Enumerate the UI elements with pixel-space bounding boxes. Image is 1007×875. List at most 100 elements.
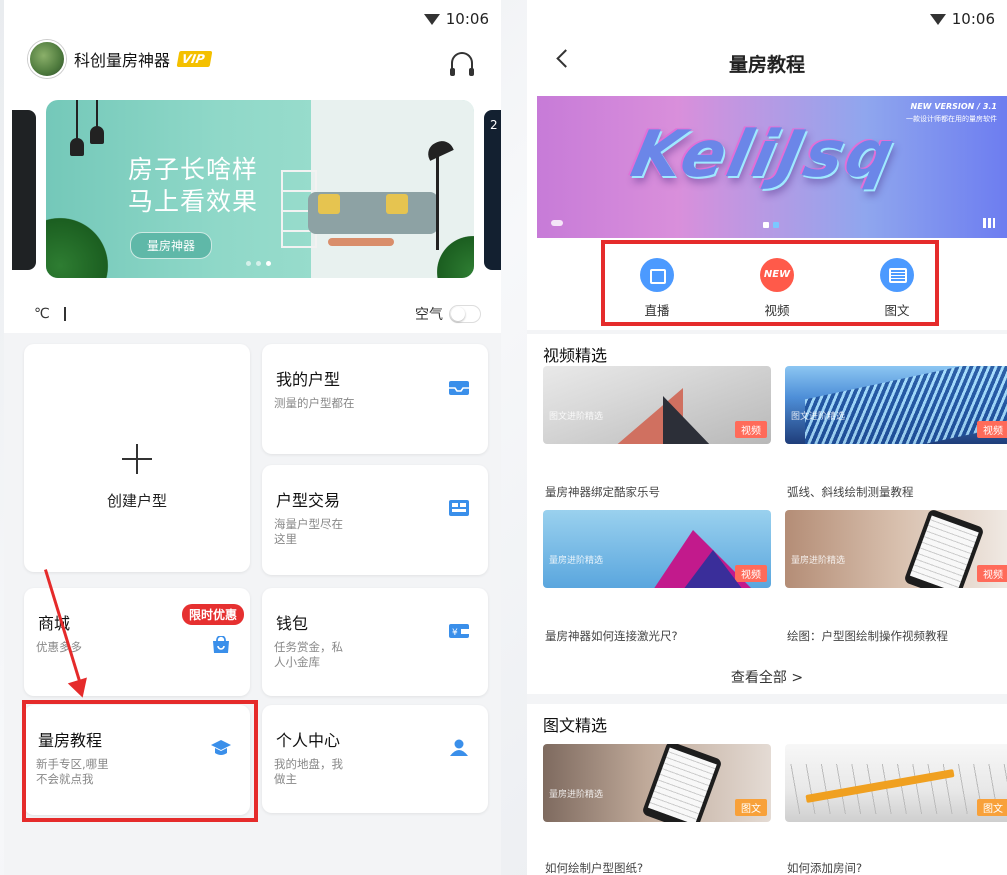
inbox-icon xyxy=(449,381,469,395)
video-thumbnail[interactable]: 量房进阶精选 视频 xyxy=(543,510,771,588)
pagination-dot xyxy=(246,261,251,266)
create-plan-card[interactable]: 创建户型 xyxy=(24,344,250,572)
wallet-icon: ¥ xyxy=(449,624,469,638)
video-section: 视频精选 图文进阶精选 视频 量房神器绑定酷家乐号 图文进阶精选 视频 弧线、斜… xyxy=(527,334,1007,694)
temperature-unit: ℃ xyxy=(34,306,50,322)
article-title[interactable]: 如何绘制户型图纸? xyxy=(545,860,773,875)
thumb-label: 图文进阶精选 xyxy=(791,412,846,422)
create-plan-label: 创建户型 xyxy=(106,492,167,510)
hero-arrow-icon xyxy=(551,220,563,226)
plant-illustration xyxy=(46,210,116,278)
article-thumbnail[interactable]: 量房进阶精选 图文 xyxy=(543,744,771,822)
plan-trade-card[interactable]: 户型交易 海量户型尽在这里 xyxy=(262,465,488,575)
profile-card[interactable]: 个人中心 我的地盘，我做主 xyxy=(262,705,488,813)
article-thumbnail[interactable]: 图文 xyxy=(785,744,1007,822)
pendant-lamp-icon xyxy=(90,126,104,144)
grid-icon xyxy=(983,218,995,228)
wallet-card[interactable]: 钱包 任务赏金，私人小金库 ¥ xyxy=(262,588,488,696)
thumb-label: 量房进阶精选 xyxy=(549,790,604,800)
video-tag: 视频 xyxy=(977,421,1007,438)
my-plan-title: 我的户型 xyxy=(276,370,341,389)
next-banner-peek[interactable]: 2 xyxy=(484,110,501,270)
video-tag: 视频 xyxy=(977,565,1007,582)
promo-banner[interactable]: 房子长啥样 马上看效果 量房神器 xyxy=(46,100,474,278)
pagination-dot xyxy=(763,222,769,228)
article-tag: 图文 xyxy=(977,799,1007,816)
shopping-bag-icon xyxy=(213,636,229,653)
user-row[interactable]: 科创量房神器 VIP xyxy=(28,40,212,78)
status-bar: 10:06 xyxy=(929,10,995,28)
live-video-icon xyxy=(640,258,674,292)
wifi-icon xyxy=(929,13,946,25)
pagination-dot xyxy=(256,261,261,266)
article-title[interactable]: 如何添加房间? xyxy=(787,860,1007,875)
weather-widget: ℃ xyxy=(34,306,66,322)
video-title[interactable]: 量房神器绑定酷家乐号 xyxy=(545,484,773,500)
article-icon xyxy=(880,258,914,292)
video-tag: 视频 xyxy=(735,421,767,438)
banner-button[interactable]: 量房神器 xyxy=(130,232,213,259)
pagination-dot-active xyxy=(773,222,779,228)
article-section: 图文精选 量房进阶精选 图文 如何绘制户型图纸? 图文 如何添加房间? xyxy=(527,704,1007,875)
thumb-label: 图文进阶精选 xyxy=(549,412,604,422)
tutorial-highlight-box xyxy=(22,700,258,822)
status-time: 10:06 xyxy=(951,10,995,28)
category-video[interactable]: NEW 视频 xyxy=(737,258,817,319)
phone-illustration xyxy=(903,510,985,588)
banner-pagination xyxy=(246,261,271,266)
video-thumbnail[interactable]: 量房进阶精选 视频 xyxy=(785,510,1007,588)
next-banner-text: 2 xyxy=(490,118,498,132)
customer-service-icon[interactable] xyxy=(450,52,474,76)
category-article[interactable]: 图文 xyxy=(857,258,937,319)
storefront-icon xyxy=(449,500,469,516)
category-video-label: 视频 xyxy=(764,303,790,318)
status-bar: 10:06 xyxy=(423,10,489,28)
svg-text:¥: ¥ xyxy=(452,628,458,638)
video-section-title: 视频精选 xyxy=(543,346,608,365)
hero-subtitle: 一款设计师都在用的量房软件 xyxy=(906,115,997,123)
page-title: 量房教程 xyxy=(728,54,805,76)
air-label: 空气 xyxy=(415,307,443,323)
video-title[interactable]: 弧线、斜线绘制测量教程 xyxy=(787,484,1007,500)
article-tag: 图文 xyxy=(735,799,767,816)
profile-subtitle: 我的地盘，我做主 xyxy=(274,757,343,786)
video-title[interactable]: 绘图：户型图绘制操作视频教程 xyxy=(787,628,1007,644)
text-cursor xyxy=(63,307,66,321)
category-live[interactable]: 直播 xyxy=(617,258,697,319)
pillow-illustration xyxy=(318,194,340,214)
profile-title: 个人中心 xyxy=(276,731,341,750)
plus-icon xyxy=(122,444,152,474)
hero-wordmark: KeliJsq xyxy=(625,118,903,192)
hero-pagination xyxy=(763,222,779,228)
air-toggle[interactable] xyxy=(449,305,481,323)
banner-line-1: 房子长啥样 xyxy=(128,155,259,184)
avatar[interactable] xyxy=(28,40,66,78)
see-all-link[interactable]: 查看全部 > xyxy=(527,667,1007,687)
user-icon xyxy=(450,739,468,756)
prev-banner-peek[interactable] xyxy=(12,110,36,270)
category-live-label: 直播 xyxy=(644,303,670,318)
tutorial-header: 10:06 量房教程 NEW VERSION / 3.1 一款设计师都在用的量房… xyxy=(527,0,1007,330)
my-plan-card[interactable]: 我的户型 测量的户型都在 xyxy=(262,344,488,454)
video-thumbnail[interactable]: 图文进阶精选 视频 xyxy=(543,366,771,444)
my-plan-subtitle: 测量的户型都在 xyxy=(274,396,355,410)
video-title[interactable]: 量房神器如何连接激光尺? xyxy=(545,628,773,644)
promo-badge: 限时优惠 xyxy=(181,604,244,625)
video-tag: 视频 xyxy=(735,565,767,582)
right-phone-screen: 10:06 量房教程 NEW VERSION / 3.1 一款设计师都在用的量房… xyxy=(527,0,1007,875)
hero-banner[interactable]: NEW VERSION / 3.1 一款设计师都在用的量房软件 KeliJsq xyxy=(537,96,1007,238)
banner-title: 房子长啥样 马上看效果 xyxy=(128,154,258,218)
air-quality[interactable]: 空气 xyxy=(415,304,481,324)
wallet-title: 钱包 xyxy=(276,614,309,633)
thumb-label: 量房进阶精选 xyxy=(791,556,846,566)
mall-subtitle: 优惠多多 xyxy=(36,640,82,654)
video-thumbnail[interactable]: 图文进阶精选 视频 xyxy=(785,366,1007,444)
wifi-icon xyxy=(423,13,440,25)
user-name: 科创量房神器 xyxy=(74,51,171,70)
pagination-dot-active xyxy=(266,261,271,266)
phone-illustration xyxy=(641,744,723,822)
pendant-lamp-cord xyxy=(76,100,78,140)
left-phone-screen: 10:06 科创量房神器 VIP 2 房子长啥样 马上看效果 量房神器 ℃ 空气… xyxy=(4,0,501,875)
pendant-lamp-icon xyxy=(70,138,84,156)
category-highlight-box: 直播 NEW 视频 图文 xyxy=(601,240,939,326)
